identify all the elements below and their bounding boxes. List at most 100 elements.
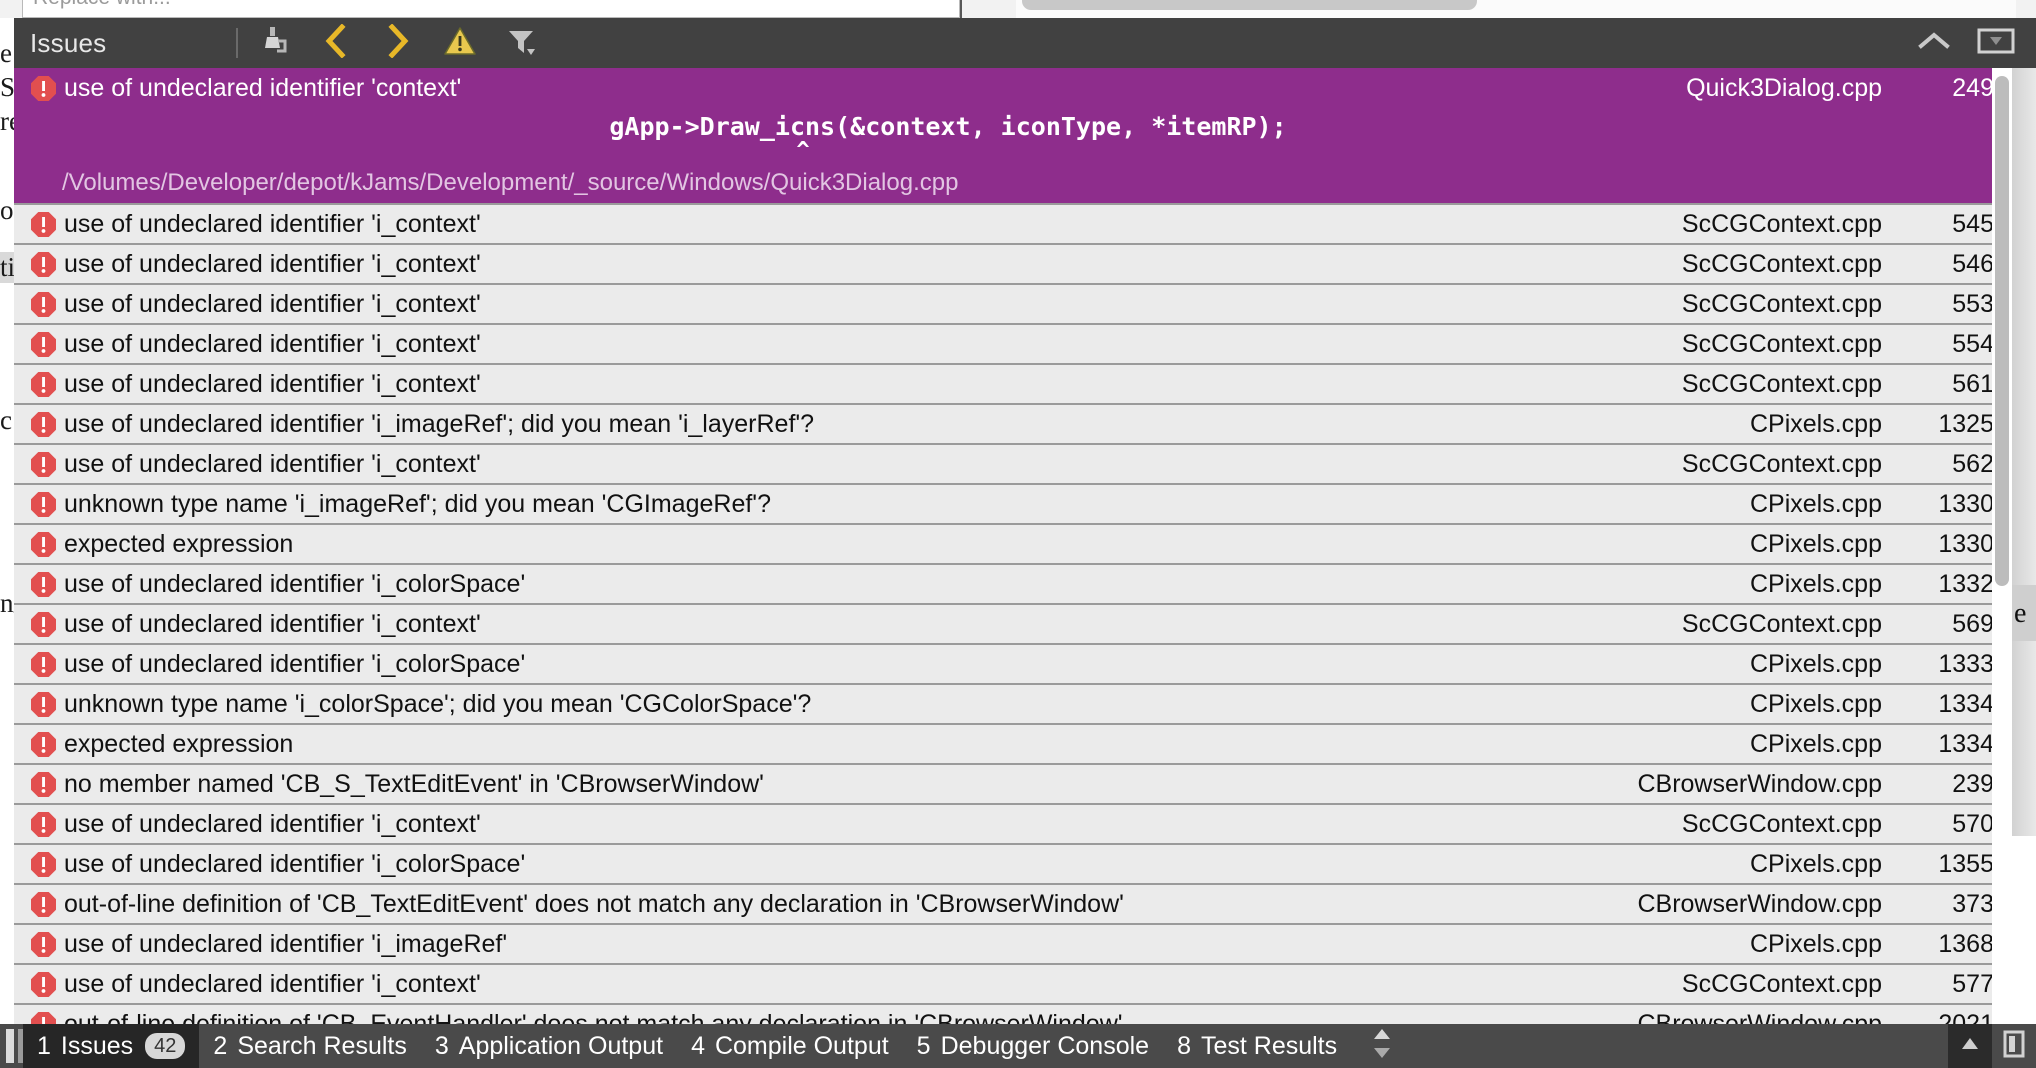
issue-line: 561 xyxy=(1952,369,1994,398)
scroll-up-icon xyxy=(1959,1035,1981,1058)
issue-severity xyxy=(22,811,64,838)
issue-message: use of undeclared identifier 'i_colorSpa… xyxy=(64,569,526,598)
tabs-container: 1 Issues 42 2 Search Results 3 Application Out… xyxy=(23,1024,1351,1068)
issue-severity xyxy=(22,651,64,678)
issue-row[interactable]: unknown type name 'i_imageRef'; did you … xyxy=(14,485,2012,525)
issue-line: 1355 xyxy=(1938,849,1994,878)
clear-issues-button[interactable] xyxy=(248,21,300,65)
issue-file: ScCGContext.cpp xyxy=(1681,969,1882,998)
tabbar-grip[interactable] xyxy=(6,1029,14,1063)
issue-message: use of undeclared identifier 'i_imageRef… xyxy=(64,929,508,958)
error-icon xyxy=(30,411,57,438)
issues-scrollbar-thumb[interactable] xyxy=(1995,76,2009,586)
issue-line: 1333 xyxy=(1938,649,1994,678)
issue-row[interactable]: use of undeclared identifier 'i_context'… xyxy=(14,285,2012,325)
issue-severity xyxy=(22,851,64,878)
maximize-output-pane-button[interactable] xyxy=(1992,1024,2036,1068)
issues-toolbar: Issues xyxy=(14,18,2036,68)
issue-severity xyxy=(22,1011,64,1024)
output-pane-stepper[interactable] xyxy=(1369,1027,1395,1065)
tab-application-output[interactable]: 3 Application Output xyxy=(421,1024,677,1068)
tab-compile-output[interactable]: 4 Compile Output xyxy=(677,1024,903,1068)
maximize-pane-icon xyxy=(2001,1029,2027,1064)
error-icon xyxy=(30,931,57,958)
issue-row[interactable]: use of undeclared identifier 'context' Qu… xyxy=(14,68,2012,205)
issue-line: 553 xyxy=(1952,289,1994,318)
issue-row[interactable]: out-of-line definition of 'CB_TextEditEv… xyxy=(14,885,2012,925)
tab-issues[interactable]: 1 Issues 42 xyxy=(23,1024,200,1068)
tab-debugger-console[interactable]: 5 Debugger Console xyxy=(903,1024,1163,1068)
tab-search-results[interactable]: 2 Search Results xyxy=(199,1024,420,1068)
toolbar-right-group xyxy=(1898,21,2022,65)
issue-severity xyxy=(22,731,64,758)
issue-row[interactable]: use of undeclared identifier 'i_context'… xyxy=(14,605,2012,645)
filter-button[interactable] xyxy=(496,21,548,65)
issue-row[interactable]: use of undeclared identifier 'i_context'… xyxy=(14,805,2012,845)
issue-row[interactable]: use of undeclared identifier 'i_imageRef… xyxy=(14,925,2012,965)
issue-severity xyxy=(22,571,64,598)
error-icon xyxy=(30,531,57,558)
issue-file-path[interactable]: /Volumes/Developer/depot/kJams/Developme… xyxy=(62,169,2012,197)
issue-row[interactable]: use of undeclared identifier 'i_context'… xyxy=(14,445,2012,485)
issue-row[interactable]: expected expression CPixels.cpp 1330 xyxy=(14,525,2012,565)
previous-issue-button[interactable] xyxy=(310,21,362,65)
issue-row[interactable]: unknown type name 'i_colorSpace'; did yo… xyxy=(14,685,2012,725)
issue-row[interactable]: no member named 'CB_S_TextEditEvent' in … xyxy=(14,765,2012,805)
issue-row-header: use of undeclared identifier 'context' Qu… xyxy=(14,68,2012,108)
error-icon xyxy=(30,891,57,918)
find-scope-pill[interactable] xyxy=(1022,0,1477,10)
issue-message: unknown type name 'i_imageRef'; did you … xyxy=(64,489,771,518)
issues-scrollbar[interactable] xyxy=(1992,68,2012,1024)
issue-line: 545 xyxy=(1952,209,1994,238)
issue-line: 554 xyxy=(1952,329,1994,358)
issue-row[interactable]: use of undeclared identifier 'i_colorSpa… xyxy=(14,565,2012,605)
issue-file: ScCGContext.cpp xyxy=(1681,369,1882,398)
issue-file: ScCGContext.cpp xyxy=(1681,609,1882,638)
issue-message: use of undeclared identifier 'i_context' xyxy=(64,289,481,318)
bg-right-fragment: e xyxy=(2014,598,2027,629)
next-issue-button[interactable] xyxy=(372,21,424,65)
issue-line: 249 xyxy=(1952,73,1994,102)
issue-line: 2021 xyxy=(1938,1009,1994,1025)
issue-code-snippet: gApp->Draw_icns(&context, iconType, *ite… xyxy=(609,112,1287,141)
issue-row[interactable]: use of undeclared identifier 'i_context'… xyxy=(14,325,2012,365)
find-replace-strip: Replace with... xyxy=(0,0,2036,18)
issue-row[interactable]: use of undeclared identifier 'i_context'… xyxy=(14,245,2012,285)
issue-message: use of undeclared identifier 'i_context' xyxy=(64,209,481,238)
toggle-sidebar-button[interactable] xyxy=(1970,21,2022,65)
issue-line: 1332 xyxy=(1938,569,1994,598)
issue-row[interactable]: use of undeclared identifier 'i_imageRef… xyxy=(14,405,2012,445)
issue-line: 570 xyxy=(1952,809,1994,838)
issue-row[interactable]: use of undeclared identifier 'i_context'… xyxy=(14,965,2012,1005)
issue-message: use of undeclared identifier 'i_imageRef… xyxy=(64,409,815,438)
chevron-right-icon xyxy=(385,22,411,63)
issue-file: ScCGContext.cpp xyxy=(1681,449,1882,478)
issue-message: use of undeclared identifier 'i_context' xyxy=(64,809,481,838)
issue-row[interactable]: out-of-line definition of 'CB_EventHandl… xyxy=(14,1005,2012,1024)
filter-icon xyxy=(506,26,538,61)
issue-row[interactable]: use of undeclared identifier 'i_context'… xyxy=(14,205,2012,245)
collapse-panel-button[interactable] xyxy=(1908,21,1960,65)
tab-test-results[interactable]: 8 Test Results xyxy=(1163,1024,1351,1068)
issue-row[interactable]: use of undeclared identifier 'i_context'… xyxy=(14,365,2012,405)
issue-file: CPixels.cpp xyxy=(1750,729,1882,758)
warning-triangle-icon xyxy=(444,26,477,61)
error-icon xyxy=(30,651,57,678)
issue-line: 1368 xyxy=(1938,929,1994,958)
issue-row[interactable]: expected expression CPixels.cpp 1334 xyxy=(14,725,2012,765)
issue-line: 1330 xyxy=(1938,489,1994,518)
issues-list[interactable]: use of undeclared identifier 'context' Qu… xyxy=(14,68,2012,1024)
issue-severity xyxy=(22,491,64,518)
error-icon xyxy=(30,731,57,758)
issue-row[interactable]: use of undeclared identifier 'i_colorSpa… xyxy=(14,845,2012,885)
panel-toggle-icon xyxy=(1977,27,2015,60)
issue-row[interactable]: use of undeclared identifier 'i_colorSpa… xyxy=(14,645,2012,685)
issue-file: CPixels.cpp xyxy=(1750,689,1882,718)
scroll-up-button[interactable] xyxy=(1948,1024,1992,1068)
error-icon xyxy=(30,1011,57,1024)
warnings-button[interactable] xyxy=(434,21,486,65)
tab-label: Compile Output xyxy=(714,1031,889,1060)
replace-input[interactable]: Replace with... xyxy=(22,0,960,18)
tab-label: Application Output xyxy=(458,1031,664,1060)
issue-severity xyxy=(22,691,64,718)
